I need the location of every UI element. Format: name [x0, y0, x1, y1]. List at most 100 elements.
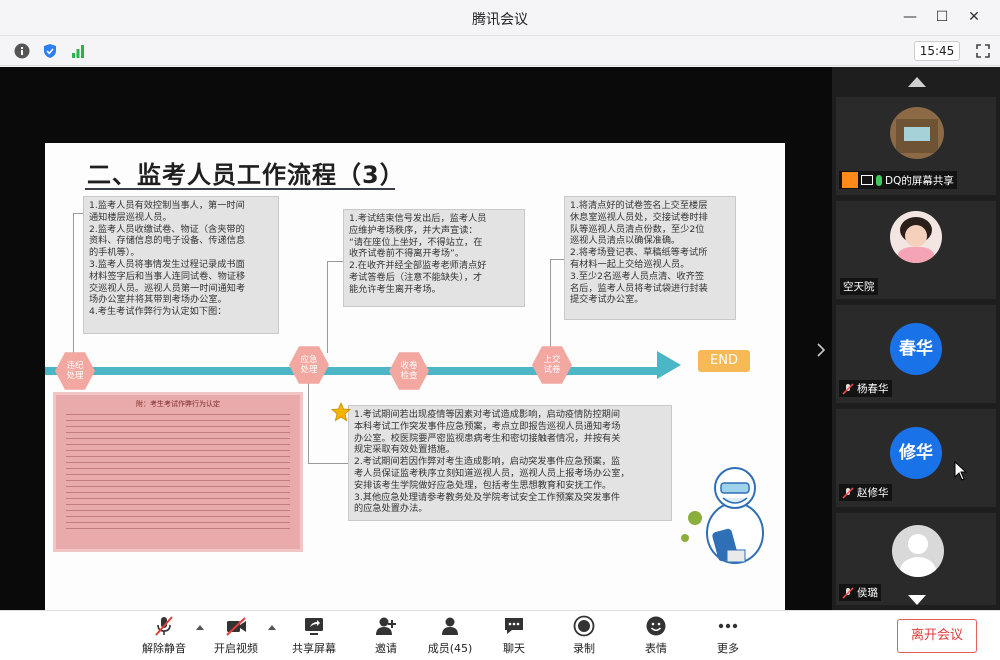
text-line: 休息室巡视人员处，交接试卷时排: [570, 211, 708, 223]
text-line: 考试答卷后（注意不能缺失），才: [349, 271, 483, 283]
text-line: 2.考试期间若因作弊对考生造成影响，启动突发事件应急预案，监: [354, 456, 621, 468]
title-underline: [85, 188, 395, 190]
participant-tile[interactable]: 侯璐: [836, 513, 996, 605]
share-screen-button[interactable]: 共享屏幕: [282, 615, 346, 659]
name-bar: 侯璐: [839, 584, 881, 601]
doc-text-line: [66, 438, 290, 439]
participant-tile[interactable]: 修华 赵修华: [836, 409, 996, 507]
text-line: 1.考试期间若出现疫情等因素对考试造成影响，启动疫情防控期间: [354, 409, 621, 420]
leave-meeting-button[interactable]: 离开会议: [897, 619, 977, 653]
unmute-button[interactable]: 解除静音: [132, 615, 196, 659]
text-line: 2.监考人员收缴试卷、物证（含夹带的: [89, 223, 245, 235]
text-line: 1.监考人员有效控制当事人，第一时间: [89, 200, 245, 211]
text-line: 1.将清点好的试卷签名上交至楼层: [570, 200, 708, 211]
participants-panel: DQ的屏幕共享 空天院 春华 杨春华 修华 赵修华 侯璐: [817, 67, 1000, 610]
mic-on-icon: [876, 174, 882, 186]
text-line: 的应急处置办法。: [354, 503, 428, 515]
maximize-icon[interactable]: ☐: [930, 6, 954, 28]
doc-text-line: [66, 444, 290, 445]
text-line: 3.监考人员将事情发生过程记录成书面: [89, 258, 245, 270]
text-line: 的手机等）。: [89, 247, 140, 259]
status-bar: 15:45: [0, 36, 1000, 66]
end-marker: END: [698, 350, 750, 372]
doc-text-line: [66, 522, 290, 523]
screen-share-icon: [861, 175, 873, 185]
participant-tile[interactable]: 空天院: [836, 201, 996, 299]
text-line: 名后，监考人员将考试袋进行封装: [570, 282, 708, 294]
text-box-emergency: 1.考试期间若出现疫情等因素对考试造成影响，启动疫情防控期间 本科考试工作突发事…: [348, 405, 672, 521]
mic-muted-icon: [842, 486, 854, 499]
connector-line: [327, 261, 343, 262]
scroll-up-icon[interactable]: [908, 77, 926, 87]
participant-name: DQ的屏幕共享: [885, 174, 954, 187]
participant-name: 杨春华: [857, 383, 889, 395]
reactions-label: 表情: [645, 642, 667, 655]
reactions-button[interactable]: 表情: [624, 615, 688, 659]
scroll-down-icon[interactable]: [908, 595, 926, 605]
meeting-clock: 15:45: [914, 41, 960, 61]
name-bar: 杨春华: [839, 380, 892, 397]
fullscreen-icon[interactable]: [975, 43, 991, 59]
signal-icon[interactable]: [70, 43, 86, 59]
connector-line: [308, 463, 348, 464]
name-bar: 赵修华: [839, 484, 892, 501]
text-line: 收齐试卷前不得离开考场”。: [349, 248, 465, 260]
doc-text-line: [66, 462, 290, 463]
step-hex-violation: 违纪 处理: [55, 352, 95, 390]
start-video-label: 开启视频: [214, 642, 258, 655]
text-box-collection: 1.考试结束信号发出后，监考人员 应维护考场秩序，并大声宣读： “请在座位上坐好…: [343, 209, 525, 307]
members-label: 成员(45): [427, 642, 473, 655]
hex-label: 检查: [400, 371, 418, 381]
window-title: 腾讯会议: [472, 12, 528, 28]
doc-text-line: [66, 450, 290, 451]
shield-icon[interactable]: [42, 43, 58, 59]
text-line: 队等巡视人员清点份数，至少2位: [570, 223, 705, 235]
mic-muted-icon: [842, 586, 854, 599]
participant-tile[interactable]: 春华 杨春华: [836, 305, 996, 403]
hex-label: 试卷: [543, 365, 561, 375]
hex-label: 违纪: [66, 361, 84, 371]
hex-label: 收卷: [400, 361, 418, 371]
text-line: 应维护考场秩序，并大声宣读：: [349, 224, 478, 236]
hex-label: 应急: [300, 355, 318, 365]
more-icon: [718, 623, 738, 629]
minimize-icon[interactable]: —: [898, 6, 922, 28]
timeline-arrow-head: [657, 351, 681, 379]
doc-text-line: [66, 528, 290, 529]
camera-off-icon: [226, 617, 246, 636]
chat-button[interactable]: 聊天: [482, 615, 546, 659]
record-icon: [573, 615, 595, 637]
start-video-button[interactable]: 开启视频: [204, 615, 268, 659]
text-line: 3.其他应急处理请参考教务处及学院考试安全工作预案及突发事件: [354, 491, 621, 503]
audio-options-icon[interactable]: [196, 625, 204, 630]
close-icon[interactable]: ✕: [962, 6, 986, 28]
share-screen-icon: [305, 618, 323, 635]
members-button[interactable]: 成员(45): [418, 615, 482, 659]
record-button[interactable]: 录制: [552, 615, 616, 659]
text-line: 考人员保证监考秩序立刻知道巡视人员，巡视人员上报考场办公室，: [354, 467, 630, 479]
step-hex-submit: 上交 试卷: [532, 346, 572, 384]
text-line: 提交考试办公室。: [570, 294, 644, 306]
video-options-icon[interactable]: [268, 625, 276, 630]
medical-worker-illustration: [681, 467, 764, 564]
invite-button[interactable]: 邀请: [354, 615, 418, 659]
participant-name: 侯璐: [857, 587, 878, 599]
text-line: 安排该考生学院做好应急处理，包括考生思想教育和安抚工作。: [354, 479, 612, 491]
text-line: 巡视人员清点以确保准确。: [570, 235, 681, 247]
presentation-slide: 二、监考人员工作流程（3） 1.监考人员有效控制当事人，第一时间 通知楼层巡视人…: [45, 143, 785, 623]
text-line: 2.将考场登记表、草稿纸等考试所: [570, 247, 708, 259]
info-icon[interactable]: [14, 43, 30, 59]
participant-name: 空天院: [840, 278, 878, 295]
collapse-panel-icon[interactable]: [816, 343, 826, 357]
doc-text-line: [66, 498, 290, 499]
text-box-violation: 1.监考人员有效控制当事人，第一时间 通知楼层巡视人员。 2.监考人员收缴试卷、…: [83, 196, 279, 334]
host-icon: [842, 172, 858, 188]
chat-label: 聊天: [503, 642, 525, 655]
more-button[interactable]: 更多: [696, 615, 760, 659]
connector-line: [550, 259, 564, 260]
invite-label: 邀请: [375, 642, 397, 655]
participant-tile[interactable]: DQ的屏幕共享: [836, 97, 996, 195]
text-line: 场办公室并将其带到考场办公室。: [89, 294, 227, 306]
text-line: 3.至少2名巡考人员点清、收齐签: [570, 270, 705, 282]
text-line: 4.考生考试作弊行为认定如下图：: [89, 306, 227, 318]
